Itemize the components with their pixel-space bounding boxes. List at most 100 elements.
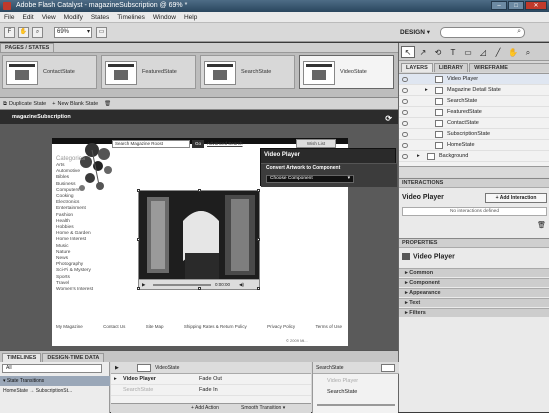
footer-link[interactable]: Terms of Use — [315, 324, 342, 329]
volume-icon[interactable]: ◀) — [239, 280, 244, 290]
menu-file[interactable]: File — [4, 12, 14, 22]
trash-icon[interactable]: 🗑 — [537, 221, 546, 229]
direct-select-icon[interactable]: ↗ — [416, 46, 430, 58]
expand-arrow-icon[interactable]: ▸ — [417, 151, 420, 162]
expand-arrow-icon[interactable]: ▸ — [425, 85, 428, 96]
visibility-icon[interactable] — [402, 77, 408, 82]
file-icon[interactable]: F — [4, 27, 15, 38]
menu-view[interactable]: View — [42, 12, 56, 22]
menu-help[interactable]: Help — [184, 12, 197, 22]
add-interaction-button[interactable]: + Add Interaction — [485, 193, 547, 203]
zoom-icon[interactable]: ⌕ — [32, 27, 43, 38]
tab-timelines[interactable]: TIMELINES — [2, 353, 42, 362]
hand-tool-icon[interactable]: ✋ — [506, 46, 520, 58]
rectangle-icon[interactable]: ▭ — [461, 46, 475, 58]
fade-in-action[interactable]: Fade In — [199, 385, 218, 396]
visibility-icon[interactable] — [402, 110, 408, 115]
visibility-icon[interactable] — [402, 99, 408, 104]
selection-handle[interactable] — [198, 287, 201, 290]
selection-handle[interactable] — [257, 287, 260, 290]
properties-header[interactable]: PROPERTIES — [399, 238, 549, 248]
tab-design-time-data[interactable]: DESIGN-TIME DATA — [42, 353, 105, 362]
transitions-header-row[interactable]: ▾ State Transitions — [0, 376, 110, 386]
footer-link[interactable]: Contact Us — [103, 324, 125, 329]
transform-icon[interactable]: ⟲ — [431, 46, 445, 58]
footer-link[interactable]: My Magazine — [56, 324, 83, 329]
pages-states-tab[interactable]: PAGES / STATES — [0, 43, 55, 52]
state-thumb-featured[interactable]: FeaturedState — [101, 55, 196, 89]
zoom-select[interactable]: 69% — [54, 27, 92, 38]
menu-states[interactable]: States — [91, 12, 109, 22]
layer-row[interactable]: SubscriptionState — [399, 129, 549, 140]
visibility-icon[interactable] — [402, 143, 408, 148]
layer-row[interactable]: ▸ Magazine Detail State — [399, 85, 549, 96]
footer-link[interactable]: Privacy Policy — [267, 324, 295, 329]
selection-handle[interactable] — [137, 238, 140, 241]
select-arrow-icon[interactable]: ↖ — [401, 46, 415, 58]
zoom-tool-icon[interactable]: ⌕ — [521, 46, 535, 58]
selection-handle[interactable] — [137, 189, 140, 192]
section-appearance[interactable]: Appearance — [399, 288, 549, 297]
shape-icon[interactable]: ◿ — [476, 46, 490, 58]
advanced-search-link[interactable]: Advanced Search — [207, 141, 243, 146]
workspace-switcher[interactable]: DESIGN — [400, 28, 430, 36]
tab-layers[interactable]: LAYERS — [401, 63, 433, 72]
help-search-input[interactable]: ⌕ — [440, 27, 525, 38]
layer-row[interactable]: FeaturedState — [399, 107, 549, 118]
selection-handle[interactable] — [257, 238, 260, 241]
layer-row[interactable]: ContactState — [399, 118, 549, 129]
expand-arrow-icon[interactable]: ▸ — [114, 374, 117, 385]
play-icon[interactable]: ▶ — [115, 362, 119, 374]
menu-timelines[interactable]: Timelines — [117, 12, 145, 22]
menu-edit[interactable]: Edit — [22, 12, 33, 22]
transitions-filter-select[interactable]: All — [2, 364, 102, 373]
state-thumb-search[interactable]: SearchState — [200, 55, 295, 89]
fade-out-action[interactable]: Fade Out — [199, 374, 222, 385]
tab-wireframe-components[interactable]: WIREFRAME COMPONENTS — [469, 63, 549, 79]
selection-handle[interactable] — [257, 189, 260, 192]
trash-icon[interactable]: 🗑 — [104, 98, 111, 110]
section-filters[interactable]: Filters — [399, 308, 549, 317]
wish-list-button[interactable]: Wish List — [296, 139, 336, 148]
timeline-zoom-slider[interactable] — [317, 404, 395, 406]
section-component[interactable]: Component — [399, 278, 549, 287]
minimize-button[interactable]: – — [491, 1, 507, 10]
tab-library[interactable]: LIBRARY — [433, 63, 469, 72]
layer-row[interactable]: Video Player — [399, 74, 549, 85]
visibility-icon[interactable] — [402, 88, 408, 93]
state-thumb-contact[interactable]: ContactState — [2, 55, 97, 89]
menu-modify[interactable]: Modify — [64, 12, 83, 22]
state-thumb-video[interactable]: VideoState — [299, 55, 394, 89]
right-item-label[interactable]: SearchState — [327, 389, 357, 395]
layer-row[interactable]: ▸ Background — [399, 151, 549, 162]
selection-handle[interactable] — [137, 287, 140, 290]
hand-icon[interactable]: ✋ — [18, 27, 29, 38]
layer-row[interactable]: SearchState — [399, 96, 549, 107]
line-icon[interactable]: ╱ — [491, 46, 505, 58]
new-blank-state-button[interactable]: + New Blank State — [52, 98, 98, 110]
choose-component-dropdown[interactable]: Choose Component — [266, 175, 354, 183]
go-button[interactable]: Go — [192, 140, 204, 148]
text-icon[interactable]: T — [446, 46, 460, 58]
footer-link[interactable]: Shipping Rates & Return Policy — [184, 324, 247, 329]
transition-row[interactable]: HomeState → SubscriptionSt... — [0, 386, 110, 396]
fit-icon[interactable]: ▭ — [96, 27, 107, 38]
video-player-component[interactable]: ▶ 0:00:00 ◀) — [137, 189, 260, 290]
refresh-icon[interactable]: ⟳ — [385, 112, 392, 126]
interactions-header[interactable]: INTERACTIONS — [399, 178, 549, 188]
footer-link[interactable]: Site Map — [146, 324, 164, 329]
track-row[interactable]: SearchState Fade In — [111, 385, 311, 396]
selection-handle[interactable] — [198, 189, 201, 192]
category-item[interactable]: Sci-Fi & Mystery — [56, 268, 93, 274]
maximize-button[interactable]: □ — [508, 1, 524, 10]
seek-bar[interactable] — [153, 284, 211, 286]
menu-window[interactable]: Window — [153, 12, 176, 22]
category-item[interactable]: Women's Interest — [56, 287, 93, 293]
duplicate-state-button[interactable]: ⧉ Duplicate State — [3, 98, 46, 110]
section-text[interactable]: Text — [399, 298, 549, 307]
visibility-icon[interactable] — [402, 121, 408, 126]
close-button[interactable]: ✕ — [525, 1, 547, 10]
visibility-icon[interactable] — [402, 132, 408, 137]
visibility-icon[interactable] — [402, 154, 408, 159]
layer-row[interactable]: HomeState — [399, 140, 549, 151]
